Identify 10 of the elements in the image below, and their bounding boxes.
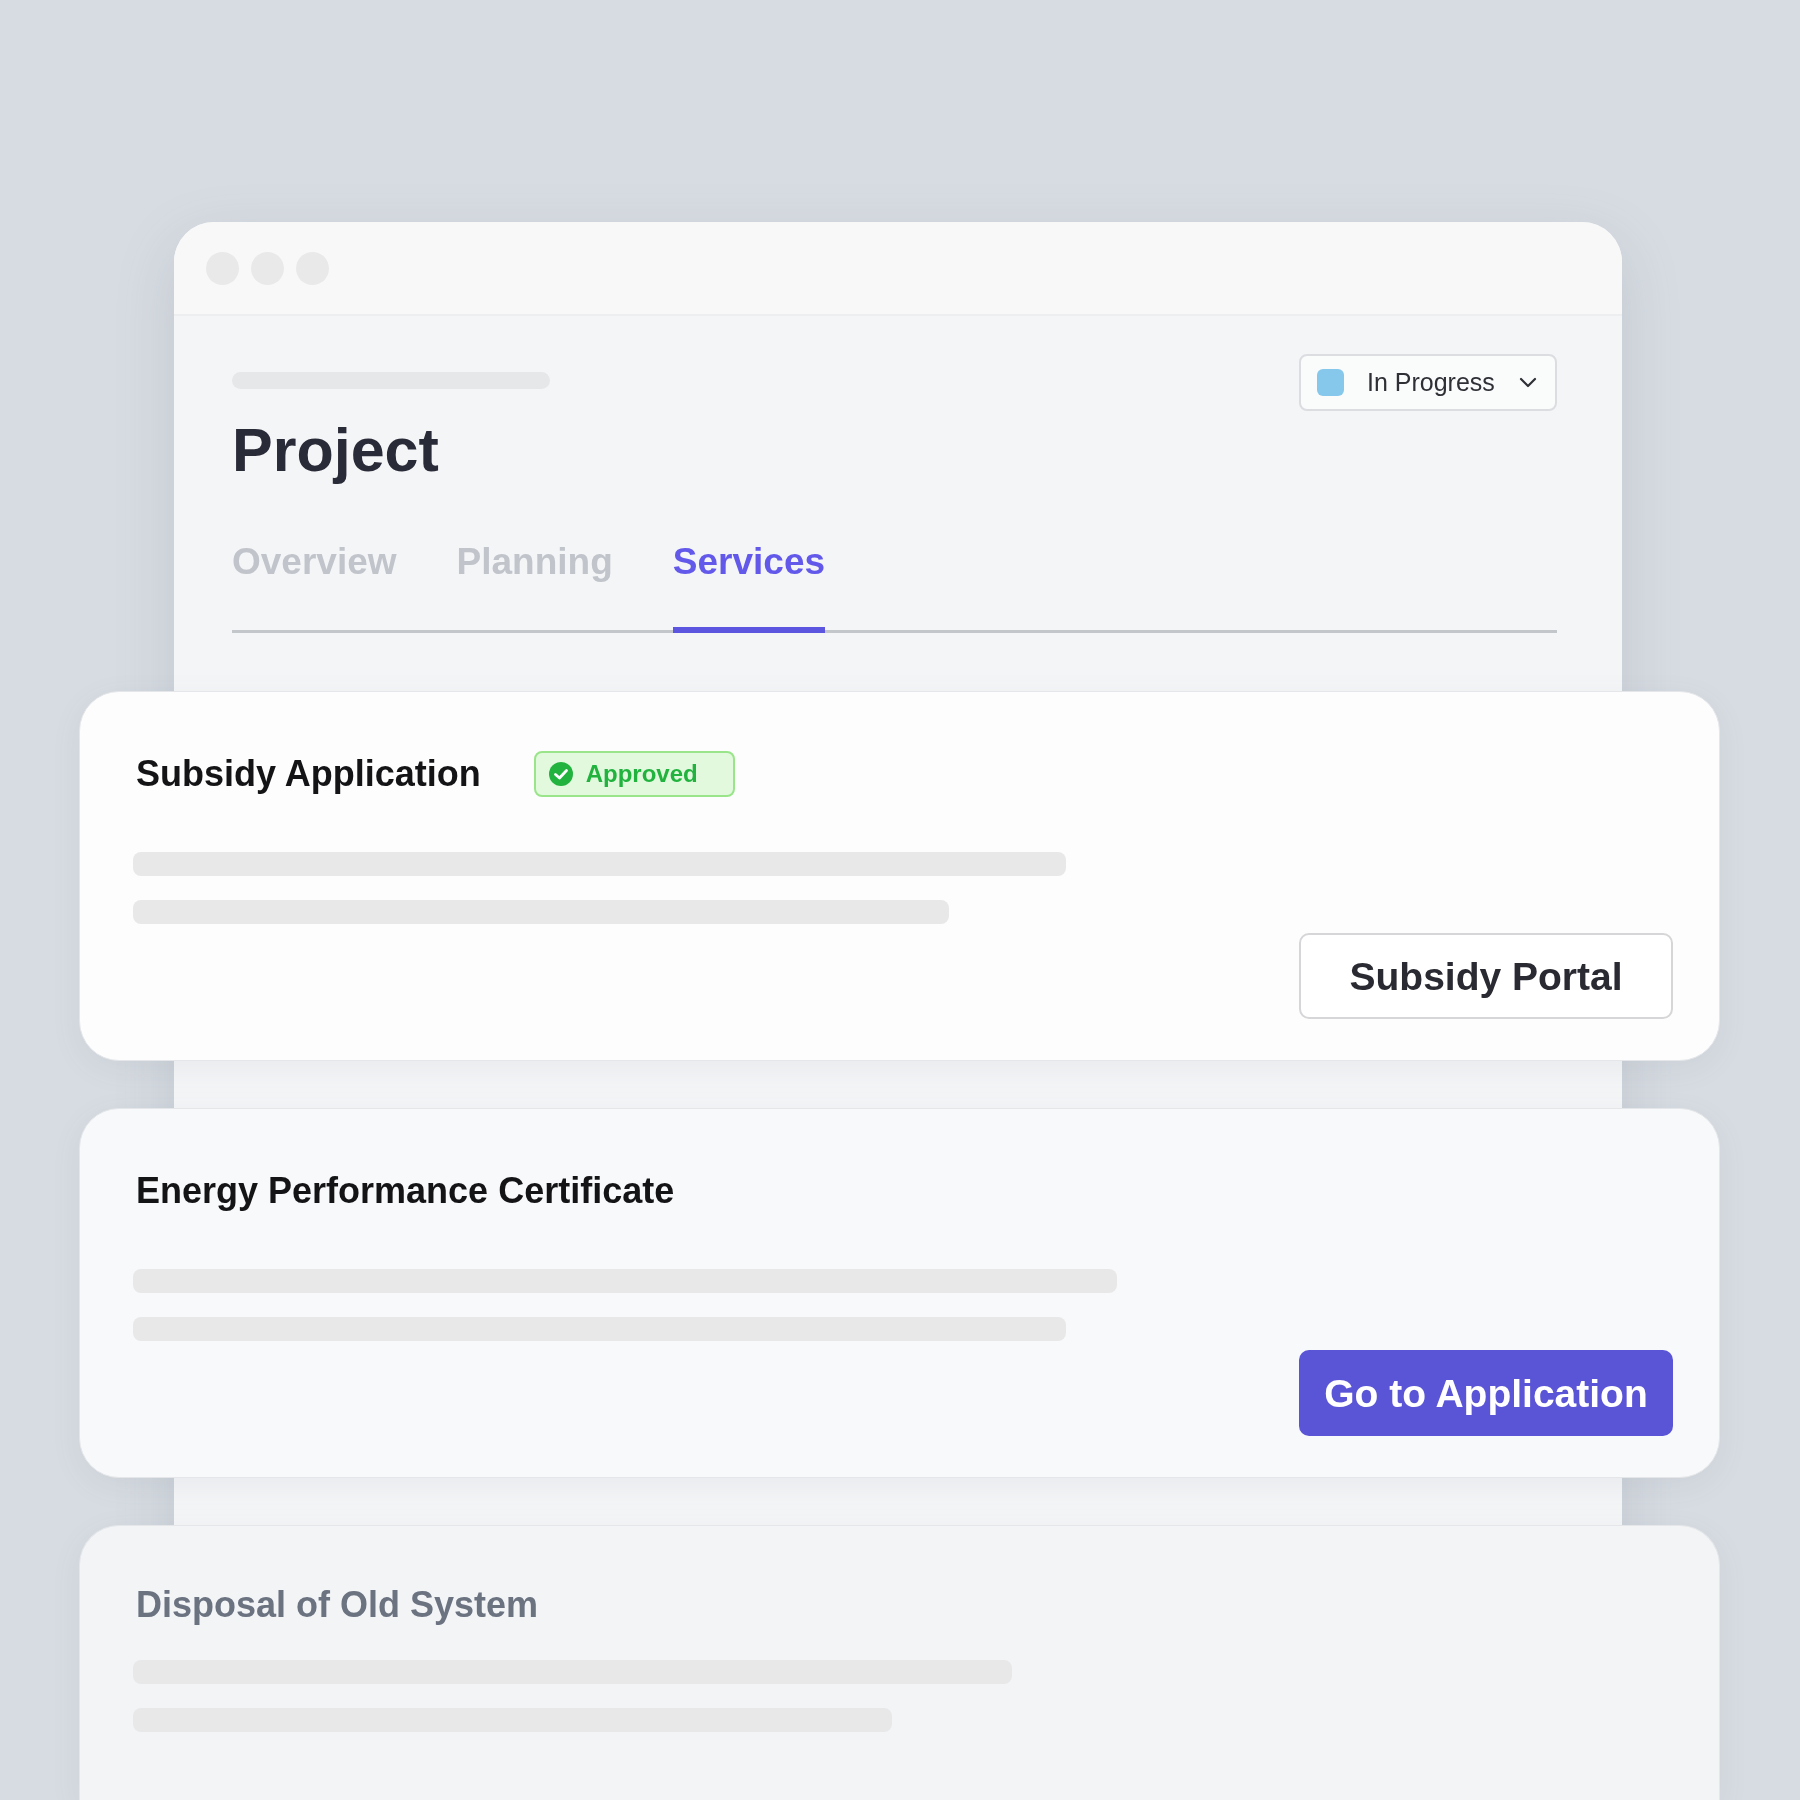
- card-title: Disposal of Old System: [136, 1587, 539, 1623]
- card-title: Energy Performance Certificate: [136, 1173, 675, 1209]
- badge-label: Approved: [585, 762, 698, 786]
- card-title: Subsidy Application: [136, 756, 481, 792]
- action-button[interactable]: Subsidy Portal: [1299, 933, 1673, 1019]
- check-circle-icon: [548, 762, 573, 786]
- tab[interactable]: Services: [672, 543, 826, 633]
- action-button[interactable]: Go to Application: [1299, 1350, 1673, 1436]
- chevron-down-icon: [1519, 377, 1537, 388]
- status-dropdown[interactable]: In Progress: [1299, 354, 1557, 411]
